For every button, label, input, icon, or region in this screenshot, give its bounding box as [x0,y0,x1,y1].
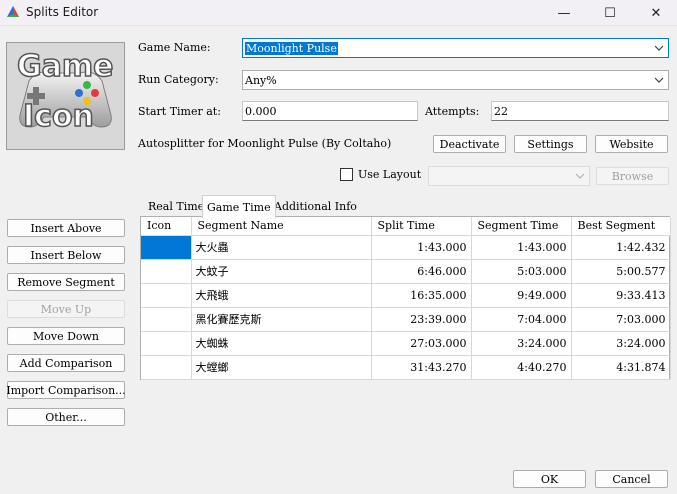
autosplitter-label: Autosplitter for Moonlight Pulse (By Col… [138,137,392,150]
remove-segment-button[interactable]: Remove Segment [7,273,125,291]
best-segment-cell[interactable]: 3:24.000 [571,331,671,356]
segment-name-cell[interactable]: 大飛蛾 [191,283,372,308]
table-row[interactable]: 大蜘蛛 27:03.000 3:24.000 3:24.000 [141,331,671,356]
segment-time-cell[interactable]: 5:03.000 [471,259,572,284]
insert-below-button[interactable]: Insert Below [7,246,125,264]
segment-name-cell[interactable]: 大蚊子 [191,259,372,284]
title-bar: Splits Editor — ☐ ✕ [0,0,677,26]
move-down-button[interactable]: Move Down [7,327,125,345]
maximize-button[interactable]: ☐ [587,0,633,26]
game-icon-text-line1: Game [16,48,114,85]
start-timer-input[interactable]: 0.000 [242,101,418,121]
import-comparison-button[interactable]: Import Comparison... [6,381,126,399]
segment-time-cell[interactable]: 4:40.270 [471,355,572,380]
use-layout-label: Use Layout [358,168,422,181]
segment-name-cell[interactable]: 黑化賽歷克斯 [191,307,372,332]
tab-game-time[interactable]: Game Time [202,195,276,218]
game-name-value: Moonlight Pulse [245,41,338,55]
game-name-label: Game Name: [138,41,211,54]
best-segment-cell[interactable]: 9:33.413 [571,283,671,308]
game-icon[interactable]: Game Icon [6,42,125,150]
column-header-split-time[interactable]: Split Time [371,217,472,236]
chevron-down-icon[interactable] [574,170,586,182]
segment-time-cell[interactable]: 3:24.000 [471,331,572,356]
segment-time-cell[interactable]: 7:04.000 [471,307,572,332]
column-header-segment-time[interactable]: Segment Time [471,217,572,236]
table-row[interactable]: 黑化賽歷克斯 23:39.000 7:04.000 7:03.000 [141,307,671,332]
segment-icon-cell[interactable] [141,331,192,356]
segment-time-cell[interactable]: 1:43.000 [471,235,572,260]
segment-icon-cell[interactable] [141,259,192,284]
start-timer-label: Start Timer at: [138,105,221,118]
ok-button[interactable]: OK [513,470,586,488]
table-row[interactable]: 大螳螂 31:43.270 4:40.270 4:31.874 [141,355,671,380]
other-button[interactable]: Other... [7,408,125,426]
segment-name-cell[interactable]: 大螳螂 [191,355,372,380]
best-segment-cell[interactable]: 4:31.874 [571,355,671,380]
close-button[interactable]: ✕ [633,0,677,26]
insert-above-button[interactable]: Insert Above [7,219,125,237]
livesplit-app-icon [7,6,19,17]
segment-icon-cell[interactable] [141,355,192,380]
split-time-cell[interactable]: 31:43.270 [371,355,472,380]
tab-additional-info[interactable]: Additional Info [270,197,361,216]
best-segment-cell[interactable]: 5:00.577 [571,259,671,284]
game-name-combobox[interactable]: Moonlight Pulse [242,38,669,58]
run-category-combobox[interactable]: Any% [242,70,669,90]
attempts-label: Attempts: [425,105,480,118]
table-row[interactable]: 大飛蛾 16:35.000 9:49.000 9:33.413 [141,283,671,308]
layout-combobox[interactable] [428,166,590,186]
chevron-down-icon[interactable] [653,42,665,54]
split-time-cell[interactable]: 16:35.000 [371,283,472,308]
segments-table[interactable]: Icon Segment Name Split Time Segment Tim… [140,216,671,380]
column-header-icon[interactable]: Icon [141,217,192,236]
best-segment-cell[interactable]: 1:42.432 [571,235,671,260]
column-header-best-segment[interactable]: Best Segment [571,217,671,236]
table-row[interactable]: 大火蟲 1:43.000 1:43.000 1:42.432 [141,235,671,260]
browse-button[interactable]: Browse [596,167,669,185]
segment-icon-cell[interactable] [141,235,192,260]
table-header-row: Icon Segment Name Split Time Segment Tim… [141,217,671,236]
add-comparison-button[interactable]: Add Comparison [7,354,125,372]
split-time-cell[interactable]: 6:46.000 [371,259,472,284]
column-header-segment-name[interactable]: Segment Name [191,217,372,236]
table-row[interactable]: 大蚊子 6:46.000 5:03.000 5:00.577 [141,259,671,284]
segment-icon-cell[interactable] [141,307,192,332]
split-time-cell[interactable]: 27:03.000 [371,331,472,356]
website-button[interactable]: Website [595,135,668,153]
run-category-label: Run Category: [138,73,219,86]
game-icon-text-line2: Icon [22,98,94,135]
best-segment-cell[interactable]: 7:03.000 [571,307,671,332]
chevron-down-icon[interactable] [653,74,665,86]
deactivate-button[interactable]: Deactivate [433,135,506,153]
cancel-button[interactable]: Cancel [595,470,668,488]
run-category-value: Any% [245,73,277,87]
segment-icon-cell[interactable] [141,283,192,308]
segment-time-cell[interactable]: 9:49.000 [471,283,572,308]
tab-real-time[interactable]: Real Time [144,197,208,216]
attempts-input[interactable]: 22 [491,101,669,121]
window-title: Splits Editor [26,5,99,19]
segment-name-cell[interactable]: 大蜘蛛 [191,331,372,356]
segment-name-cell[interactable]: 大火蟲 [191,235,372,260]
use-layout-checkbox[interactable] [340,168,353,181]
settings-button[interactable]: Settings [514,135,587,153]
move-up-button[interactable]: Move Up [7,300,125,318]
minimize-button[interactable]: — [541,0,587,26]
split-time-cell[interactable]: 23:39.000 [371,307,472,332]
split-time-cell[interactable]: 1:43.000 [371,235,472,260]
